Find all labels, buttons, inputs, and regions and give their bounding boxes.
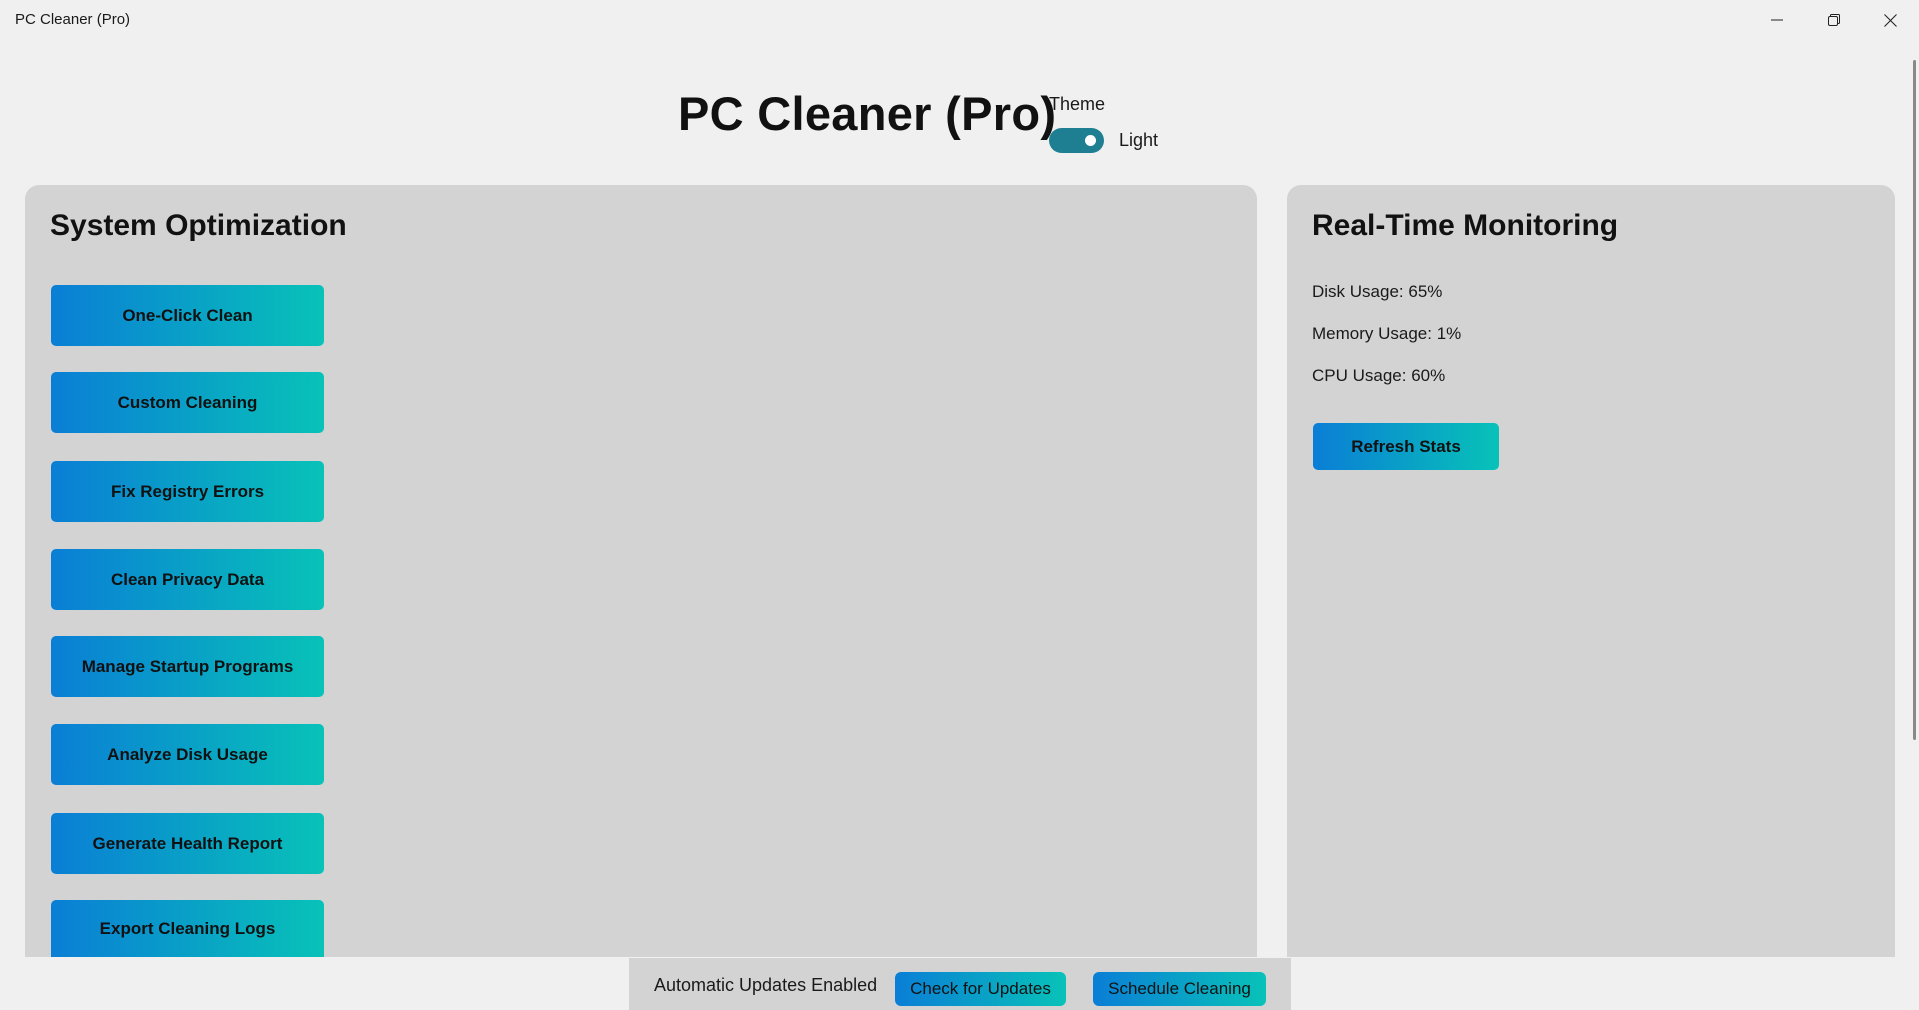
bottom-status-bar: Automatic Updates Enabled Check for Upda… (629, 958, 1291, 1010)
fix-registry-errors-button[interactable]: Fix Registry Errors (51, 461, 324, 522)
auto-updates-status: Automatic Updates Enabled (654, 975, 878, 995)
theme-value-label: Light (1119, 130, 1159, 150)
restore-button[interactable] (1805, 0, 1862, 40)
restore-icon (1827, 14, 1840, 26)
close-icon (1884, 13, 1897, 27)
toggle-knob (1085, 135, 1096, 146)
vertical-scrollbar[interactable] (1910, 40, 1919, 1010)
real-time-monitoring-title: Real-Time Monitoring (1312, 209, 1619, 242)
title-bar: PC Cleaner (Pro) (0, 0, 1919, 40)
minimize-button[interactable] (1748, 0, 1805, 40)
real-time-monitoring-panel: Real-Time Monitoring Disk Usage: 65% Mem… (1287, 185, 1895, 957)
one-click-clean-button[interactable]: One-Click Clean (51, 285, 324, 346)
theme-toggle[interactable] (1049, 128, 1104, 153)
generate-health-report-button[interactable]: Generate Health Report (51, 813, 324, 874)
scrollbar-thumb[interactable] (1913, 60, 1916, 740)
theme-label: Theme (1049, 94, 1106, 114)
check-for-updates-button[interactable]: Check for Updates (895, 972, 1066, 1006)
close-button[interactable] (1862, 0, 1919, 40)
clean-privacy-data-button[interactable]: Clean Privacy Data (51, 549, 324, 610)
refresh-stats-button[interactable]: Refresh Stats (1313, 423, 1499, 470)
memory-usage-stat: Memory Usage: 1% (1312, 324, 1462, 343)
analyze-disk-usage-button[interactable]: Analyze Disk Usage (51, 724, 324, 785)
system-optimization-panel: System Optimization One-Click Clean Cust… (25, 185, 1257, 957)
page-title: PC Cleaner (Pro) (678, 87, 1057, 140)
schedule-cleaning-button[interactable]: Schedule Cleaning (1093, 972, 1266, 1006)
cpu-usage-stat: CPU Usage: 60% (1312, 366, 1446, 385)
minimize-icon (1770, 19, 1783, 21)
custom-cleaning-button[interactable]: Custom Cleaning (51, 372, 324, 433)
manage-startup-programs-button[interactable]: Manage Startup Programs (51, 636, 324, 697)
disk-usage-stat: Disk Usage: 65% (1312, 282, 1443, 301)
window-title: PC Cleaner (Pro) (15, 11, 131, 28)
export-cleaning-logs-button[interactable]: Export Cleaning Logs (51, 900, 324, 957)
system-optimization-title: System Optimization (50, 209, 347, 242)
